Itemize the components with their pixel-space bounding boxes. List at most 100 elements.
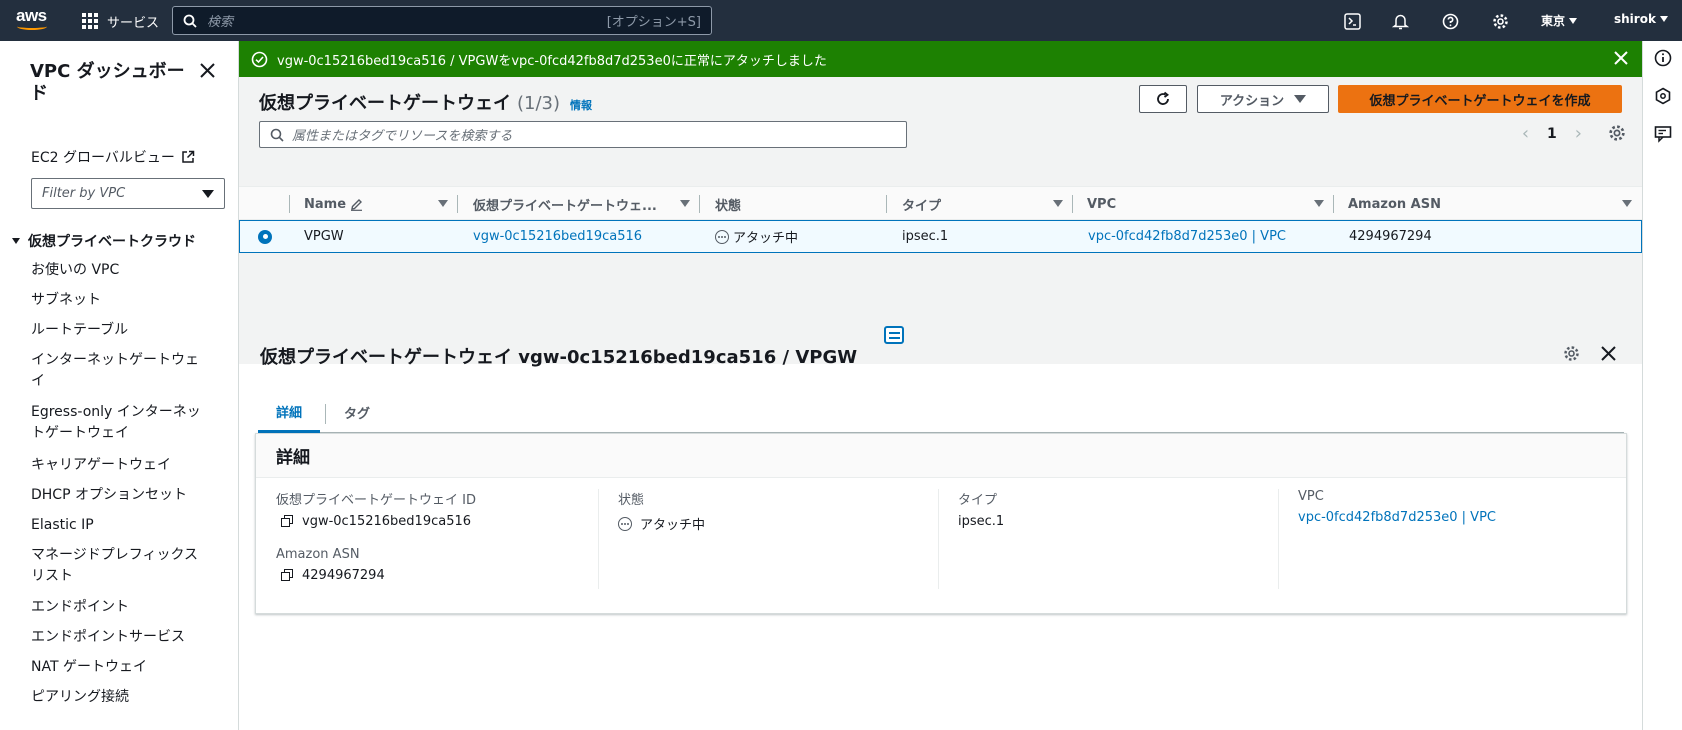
asn-label: Amazon ASN — [276, 547, 360, 562]
info-icon[interactable] — [1654, 49, 1672, 67]
table-header: Name 仮想プライベートゲートウェ... 状態 タイプ VPC Amazon … — [239, 186, 1642, 220]
refresh-button[interactable] — [1139, 85, 1187, 113]
sidebar-item-egress-only-igw[interactable]: Egress-only インターネットゲートウェイ — [31, 402, 211, 444]
cell-gateway-id-link[interactable]: vgw-0c15216bed19ca516 — [473, 221, 642, 252]
sidebar-item-carrier-gateways[interactable]: キャリアゲートウェイ — [31, 455, 211, 476]
global-search-input[interactable]: 検索 [オプション+S] — [172, 6, 712, 35]
resource-search-input[interactable]: 属性またはタグでリソースを検索する — [259, 121, 907, 148]
help-icon[interactable] — [1440, 11, 1460, 31]
tab-divider — [325, 404, 326, 424]
vpc-filter-select[interactable]: Filter by VPC — [31, 178, 225, 209]
refresh-icon — [1157, 91, 1170, 105]
vpc-label: VPC — [1298, 489, 1324, 504]
account-menu[interactable]: shirok — [1614, 12, 1668, 26]
preferences-gear-icon[interactable] — [1608, 124, 1626, 146]
pending-status-icon — [618, 516, 632, 531]
cloudshell-icon[interactable] — [1342, 11, 1362, 31]
column-select — [239, 187, 290, 221]
side-navigation: VPC ダッシュボード EC2 グローバルビュー Filter by VPC 仮… — [0, 41, 239, 730]
search-icon — [183, 14, 197, 28]
row-radio[interactable] — [258, 221, 272, 252]
cell-state: アタッチ中 — [715, 221, 798, 252]
aws-logo[interactable]: aws — [16, 7, 50, 34]
actions-label: アクション — [1219, 93, 1285, 109]
list-header: 仮想プライベートゲートウェイ (1/3) 情報 — [259, 89, 592, 115]
asn-text: 4294967294 — [302, 568, 385, 583]
gateway-id-value: vgw-0c15216bed19ca516 — [281, 514, 576, 529]
services-label: サービス — [107, 15, 160, 31]
chevron-left-icon[interactable]: ‹ — [1522, 123, 1529, 144]
copy-icon[interactable] — [281, 515, 294, 528]
search-icon — [270, 128, 284, 142]
caret-down-icon — [1659, 16, 1668, 22]
column-vpc[interactable]: VPC — [1073, 187, 1334, 221]
caret-down-icon — [12, 238, 20, 244]
sort-icon — [1053, 200, 1063, 207]
cell-type: ipsec.1 — [902, 229, 949, 244]
cell-vpc-link[interactable]: vpc-0fcd42fb8d7d253e0 | VPC — [1088, 221, 1286, 252]
type-value: ipsec.1 — [958, 514, 1005, 529]
region-label: 東京 — [1541, 14, 1566, 28]
create-gateway-button[interactable]: 仮想プライベートゲートウェイを作成 — [1338, 85, 1622, 113]
resource-search-placeholder: 属性またはタグでリソースを検索する — [292, 129, 513, 144]
sidebar-title: VPC ダッシュボード — [30, 61, 185, 104]
sidebar-item-ec2-global-view[interactable]: EC2 グローバルビュー — [31, 147, 195, 167]
vpc-filter-placeholder: Filter by VPC — [42, 186, 126, 201]
split-panel-gear-icon[interactable] — [1563, 345, 1580, 366]
sidebar-item-subnets[interactable]: サブネット — [31, 290, 211, 311]
sidebar-item-peering[interactable]: ピアリング接続 — [31, 687, 211, 708]
close-icon[interactable] — [1601, 346, 1616, 365]
sidebar-item-endpoints[interactable]: エンドポイント — [31, 597, 211, 618]
copy-icon[interactable] — [281, 569, 294, 582]
tab-tags[interactable]: タグ — [344, 392, 370, 432]
sidebar-section-vpc[interactable]: 仮想プライベートクラウド — [12, 231, 196, 251]
sidebar-item-internet-gateways[interactable]: インターネットゲートウェイ — [31, 350, 211, 392]
account-label: shirok — [1614, 12, 1656, 26]
details-card: 詳細 仮想プライベートゲートウェイ ID vgw-0c15216bed19ca5… — [255, 433, 1627, 614]
sidebar-item-prefix-lists[interactable]: マネージドプレフィックスリスト — [31, 545, 211, 587]
services-menu-button[interactable]: サービス — [82, 10, 159, 32]
column-type[interactable]: タイプ — [887, 187, 1073, 221]
state-label: 状態 — [618, 493, 645, 508]
sidebar-item-dhcp-options[interactable]: DHCP オプションセット — [31, 485, 211, 506]
detail-column-2: 状態 アタッチ中 — [598, 489, 918, 599]
info-link[interactable]: 情報 — [570, 97, 592, 113]
top-navigation: aws サービス 検索 [オプション+S] 東京 shirok — [0, 0, 1682, 41]
sidebar-item-endpoint-services[interactable]: エンドポイントサービス — [31, 627, 211, 648]
bell-icon[interactable] — [1390, 11, 1410, 31]
split-panel-handle[interactable] — [884, 326, 904, 344]
gear-icon[interactable] — [1490, 11, 1510, 31]
close-icon[interactable] — [1614, 51, 1628, 65]
gateway-id-label: 仮想プライベートゲートウェイ ID — [276, 493, 476, 508]
column-name[interactable]: Name — [290, 187, 458, 221]
sidebar-section-label: 仮想プライベートクラウド — [28, 234, 196, 250]
column-asn[interactable]: Amazon ASN — [1334, 187, 1642, 221]
sidebar-item-elastic-ip[interactable]: Elastic IP — [31, 515, 211, 536]
external-link-icon — [182, 150, 195, 163]
sidebar-item-nat-gateways[interactable]: NAT ゲートウェイ — [31, 657, 211, 678]
feedback-icon[interactable] — [1654, 125, 1672, 143]
hexagon-icon[interactable] — [1654, 87, 1672, 105]
detail-title: 仮想プライベートゲートウェイ vgw-0c15216bed19ca516 / V… — [260, 347, 858, 368]
column-state[interactable]: 状態 — [700, 187, 887, 221]
column-gateway-id-label: 仮想プライベートゲートウェ... — [473, 198, 657, 214]
column-asn-label: Amazon ASN — [1348, 196, 1441, 212]
tab-details[interactable]: 詳細 — [258, 392, 321, 433]
table-row[interactable]: VPGW vgw-0c15216bed19ca516 アタッチ中 ipsec.1… — [239, 220, 1642, 253]
column-gateway-id[interactable]: 仮想プライベートゲートウェ... — [458, 187, 700, 221]
sidebar-item-route-tables[interactable]: ルートテーブル — [31, 320, 211, 341]
sidebar-item-your-vpcs[interactable]: お使いの VPC — [31, 260, 211, 281]
detail-column-3: タイプ ipsec.1 — [938, 489, 1258, 599]
vpc-link[interactable]: vpc-0fcd42fb8d7d253e0 | VPC — [1298, 510, 1598, 525]
region-selector[interactable]: 東京 — [1541, 12, 1578, 29]
close-icon[interactable] — [200, 63, 215, 82]
grid-icon — [82, 12, 99, 30]
detail-tabs: 詳細 タグ — [258, 392, 1624, 433]
page-number[interactable]: 1 — [1547, 126, 1557, 142]
actions-button[interactable]: アクション — [1197, 85, 1329, 113]
detail-column-1: 仮想プライベートゲートウェイ ID vgw-0c15216bed19ca516 … — [276, 489, 576, 599]
flash-message: vgw-0c15216bed19ca516 / VPGWをvpc-0fcd42f… — [277, 53, 827, 69]
selection-count: (1/3) — [517, 93, 561, 114]
asn-value: 4294967294 — [281, 568, 576, 583]
chevron-right-icon[interactable]: › — [1575, 123, 1582, 144]
